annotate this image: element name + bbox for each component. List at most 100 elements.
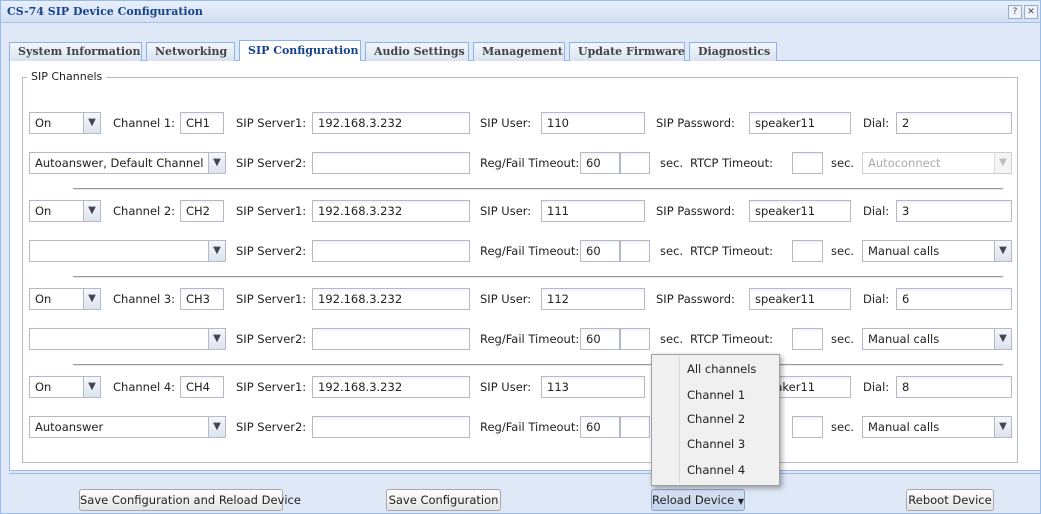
tab-networking[interactable]: Networking (146, 42, 235, 61)
channel-4-user-label: SIP User: (480, 380, 532, 394)
channel-2-dial-input[interactable]: 3 (896, 200, 1012, 222)
menu-item-all-channels[interactable]: All channels (654, 358, 777, 380)
chevron-down-icon[interactable]: ▼ (208, 417, 225, 437)
title-tools: ? ✕ (1008, 5, 1038, 19)
channel-3-dial-label: Dial: (863, 292, 890, 306)
config-window: CS-74 SIP Device Configuration ? ✕ Syste… (0, 0, 1041, 514)
chevron-down-icon[interactable]: ▼ (994, 329, 1011, 349)
channel-1-dial-input[interactable]: 2 (896, 112, 1012, 134)
channel-4-dial-input[interactable]: 8 (896, 376, 1012, 398)
title-bar: CS-74 SIP Device Configuration ? ✕ (1, 1, 1040, 23)
channel-4-mode-select[interactable]: Autoanswer ▼ (29, 416, 226, 438)
fieldset-legend: SIP Channels (27, 70, 107, 83)
channel-1-user-label: SIP User: (480, 116, 532, 130)
channel-3-state-select[interactable]: On ▼ (29, 288, 101, 310)
channel-1-password-input[interactable]: speaker11 (749, 112, 851, 134)
channel-4-server1-input[interactable]: 192.168.3.232 (312, 376, 470, 398)
channel-1-server1-input[interactable]: 192.168.3.232 (312, 112, 470, 134)
channel-4-mode-value: Autoanswer (35, 420, 104, 434)
chevron-down-icon[interactable]: ▼ (994, 241, 1011, 261)
reload-device-button[interactable]: Reload Device ▼ (651, 489, 745, 511)
channel-3-rtcp-input[interactable] (792, 328, 823, 350)
channel-1-mode-value: Autoanswer, Default Channel (35, 156, 204, 170)
chevron-down-icon[interactable]: ▼ (83, 113, 100, 133)
channel-4-user-input[interactable]: 113 (541, 376, 645, 398)
menu-item-channel-4[interactable]: Channel 4 (654, 459, 777, 481)
channel-separator (73, 276, 1003, 278)
channel-4-dial-label: Dial: (863, 380, 890, 394)
channel-2-rtcp-label: RTCP Timeout: (690, 244, 773, 258)
save-configuration-button[interactable]: Save Configuration (386, 489, 501, 511)
channel-2-state-value: On (35, 204, 52, 218)
channel-3-call-mode-select[interactable]: Manual calls ▼ (862, 328, 1012, 350)
channel-1-rtcp-input[interactable] (792, 152, 823, 174)
channel-3-reg-timeout-extra-input[interactable] (620, 328, 650, 350)
channel-2-reg-timeout-label: Reg/Fail Timeout: (480, 244, 580, 258)
channel-4-rtcp-input[interactable] (792, 416, 823, 438)
channel-2-reg-timeout-input[interactable]: 60 (580, 240, 620, 262)
channel-4-name-input[interactable]: CH4 (180, 376, 224, 398)
reload-device-menu: All channels Channel 1 Channel 2 Channel… (651, 354, 780, 486)
channel-2-server2-input[interactable] (312, 240, 470, 262)
channel-2-call-mode-select[interactable]: Manual calls ▼ (862, 240, 1012, 262)
chevron-down-icon[interactable]: ▼ (83, 377, 100, 397)
channel-2-password-input[interactable]: speaker11 (749, 200, 851, 222)
channel-1-mode-select[interactable]: Autoanswer, Default Channel ▼ (29, 152, 226, 174)
channel-1-reg-timeout-extra-input[interactable] (620, 152, 650, 174)
menu-item-channel-3[interactable]: Channel 3 (654, 433, 777, 455)
channel-3-reg-timeout-input[interactable]: 60 (580, 328, 620, 350)
help-icon[interactable]: ? (1008, 5, 1022, 19)
channel-2-mode-select[interactable]: ▼ (29, 240, 226, 262)
channel-2-user-input[interactable]: 111 (541, 200, 645, 222)
sip-channels-fieldset: SIP Channels On ▼ Channel 1: CH1 SIP Serv… (22, 70, 1018, 463)
channel-3-mode-select[interactable]: ▼ (29, 328, 226, 350)
tab-audio-settings[interactable]: Audio Settings (365, 42, 469, 61)
channel-4-state-value: On (35, 380, 52, 394)
channel-3-user-label: SIP User: (480, 292, 532, 306)
close-icon[interactable]: ✕ (1024, 5, 1038, 19)
tab-update-firmware[interactable]: Update Firmware (569, 42, 685, 61)
chevron-down-icon[interactable]: ▼ (208, 241, 225, 261)
channel-2-name-input[interactable]: CH2 (180, 200, 224, 222)
channel-4-reg-timeout-input[interactable]: 60 (580, 416, 620, 438)
window-title: CS-74 SIP Device Configuration (7, 5, 203, 18)
tab-system-information[interactable]: System Information (9, 42, 142, 61)
menu-item-channel-1[interactable]: Channel 1 (654, 384, 777, 406)
channel-2-server1-input[interactable]: 192.168.3.232 (312, 200, 470, 222)
channel-2-state-select[interactable]: On ▼ (29, 200, 101, 222)
channel-4-call-mode-select[interactable]: Manual calls ▼ (862, 416, 1012, 438)
channel-4-server2-input[interactable] (312, 416, 470, 438)
channel-3-name-input[interactable]: CH3 (180, 288, 224, 310)
tab-management[interactable]: Management (473, 42, 565, 61)
channel-3-password-label: SIP Password: (656, 292, 735, 306)
chevron-down-icon: ▼ (994, 153, 1011, 173)
channel-1-call-mode-value: Autoconnect (868, 156, 941, 170)
channel-3-server1-input[interactable]: 192.168.3.232 (312, 288, 470, 310)
channel-1-state-select[interactable]: On ▼ (29, 112, 101, 134)
channel-1-name-input[interactable]: CH1 (180, 112, 224, 134)
menu-item-channel-2[interactable]: Channel 2 (654, 408, 777, 430)
channel-1-server1-label: SIP Server1: (236, 116, 307, 130)
channel-3-state-value: On (35, 292, 52, 306)
chevron-down-icon[interactable]: ▼ (208, 153, 225, 173)
channel-1-reg-timeout-input[interactable]: 60 (580, 152, 620, 174)
save-reload-button[interactable]: Save Configuration and Reload Device (79, 489, 301, 511)
reboot-device-button[interactable]: Reboot Device (906, 489, 994, 511)
channel-3-user-input[interactable]: 112 (541, 288, 645, 310)
chevron-down-icon[interactable]: ▼ (83, 201, 100, 221)
channel-3-password-input[interactable]: speaker11 (749, 288, 851, 310)
channel-2-rtcp-input[interactable] (792, 240, 823, 262)
tab-sip-configuration[interactable]: SIP Configuration (239, 40, 361, 62)
chevron-down-icon[interactable]: ▼ (208, 329, 225, 349)
channel-2-server2-label: SIP Server2: (236, 244, 307, 258)
channel-1-server2-input[interactable] (312, 152, 470, 174)
chevron-down-icon[interactable]: ▼ (83, 289, 100, 309)
channel-3-dial-input[interactable]: 6 (896, 288, 1012, 310)
channel-1-user-input[interactable]: 110 (541, 112, 645, 134)
channel-4-state-select[interactable]: On ▼ (29, 376, 101, 398)
channel-4-reg-timeout-extra-input[interactable] (620, 416, 650, 438)
channel-3-server2-input[interactable] (312, 328, 470, 350)
chevron-down-icon[interactable]: ▼ (994, 417, 1011, 437)
channel-2-reg-timeout-extra-input[interactable] (620, 240, 650, 262)
tab-diagnostics[interactable]: Diagnostics (689, 42, 777, 61)
